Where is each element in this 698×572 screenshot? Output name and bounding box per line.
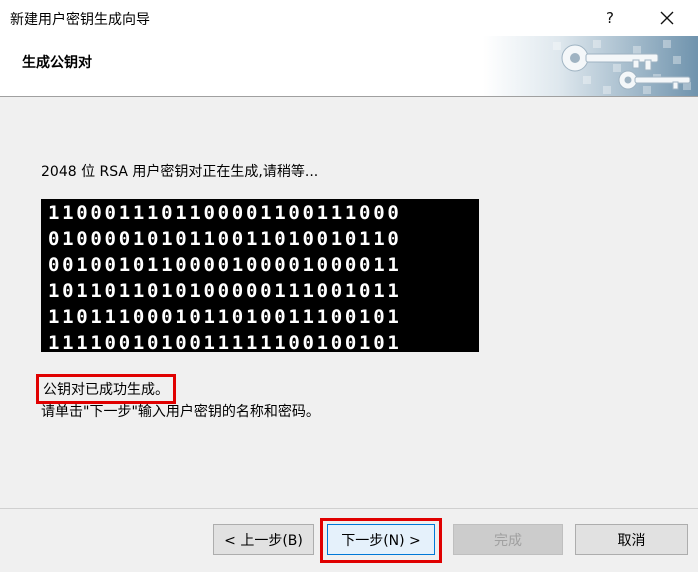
instruction-text: 请单击"下一步"输入用户密钥的名称和密码。 <box>41 404 320 420</box>
binary-row: 1011011010100000111001011 <box>48 280 402 302</box>
success-message: 公钥对已成功生成。 <box>36 374 176 404</box>
window-title: 新建用户密钥生成向导 <box>10 12 150 28</box>
page-title: 生成公钥对 <box>22 55 92 71</box>
wizard-body: 2048 位 RSA 用户密钥对正在生成,请稍等... 110001110110… <box>0 97 698 508</box>
back-button[interactable]: < 上一步(B) <box>213 524 314 555</box>
wizard-header: 生成公钥对 <box>0 36 698 97</box>
help-button[interactable]: ? <box>587 0 633 36</box>
wizard-footer: < 上一步(B) 下一步(N) > 完成 取消 <box>0 508 698 572</box>
status-text: 2048 位 RSA 用户密钥对正在生成,请稍等... <box>41 164 319 180</box>
binary-row: 1111001010011111100100101 <box>48 332 402 352</box>
close-icon <box>660 11 674 25</box>
binary-row: 1100011101100001100111000 <box>48 202 402 224</box>
close-button[interactable] <box>644 0 690 36</box>
binary-animation: 1100011101100001100111000 01000010101100… <box>41 199 479 352</box>
title-bar: 新建用户密钥生成向导 ? <box>0 0 698 36</box>
binary-row: 0010010110000100001000011 <box>48 254 402 276</box>
finish-button: 完成 <box>453 524 563 555</box>
binary-row: 1101110001011010011100101 <box>48 306 402 328</box>
next-button[interactable]: 下一步(N) > <box>327 524 435 555</box>
binary-row: 0100001010110011010010110 <box>48 228 402 250</box>
key-icon <box>483 36 698 96</box>
cancel-button[interactable]: 取消 <box>575 524 688 555</box>
